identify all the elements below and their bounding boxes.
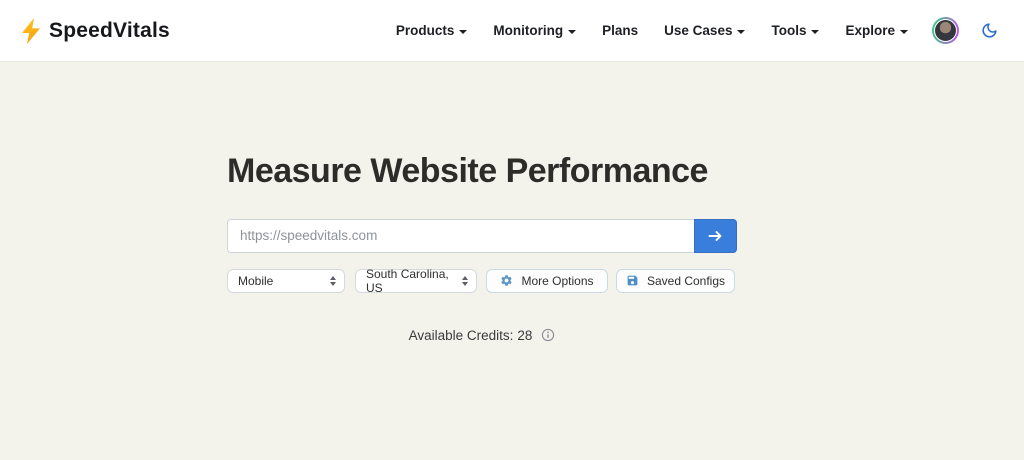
nav-item-label: Plans: [602, 23, 638, 38]
device-select-value: Mobile: [238, 274, 273, 288]
credits-value: 28: [517, 328, 532, 343]
nav-links: Products Monitoring Plans Use Cases Tool…: [396, 23, 908, 38]
lightning-bolt-icon: [20, 18, 42, 44]
nav-item-tools[interactable]: Tools: [771, 23, 819, 38]
info-icon[interactable]: [541, 328, 555, 342]
url-form: [227, 219, 737, 253]
select-arrows-icon: [330, 276, 336, 286]
nav-item-label: Tools: [771, 23, 806, 38]
hero-container: Measure Website Performance Mobile South: [227, 151, 737, 343]
right-arrow-icon: [708, 230, 723, 242]
brand-logo[interactable]: SpeedVitals: [20, 18, 170, 44]
dark-mode-toggle[interactable]: [981, 22, 998, 39]
user-avatar[interactable]: [932, 17, 959, 44]
credits-row: Available Credits: 28: [227, 328, 737, 343]
location-select[interactable]: South Carolina, US: [355, 269, 477, 293]
more-options-button[interactable]: More Options: [486, 269, 608, 293]
chevron-down-icon: [811, 30, 819, 34]
chevron-down-icon: [900, 30, 908, 34]
location-select-value: South Carolina, US: [366, 267, 462, 295]
nav-item-explore[interactable]: Explore: [845, 23, 908, 38]
chevron-down-icon: [737, 30, 745, 34]
url-input[interactable]: [227, 219, 694, 253]
moon-icon: [981, 22, 998, 39]
brand-name: SpeedVitals: [49, 19, 170, 43]
device-select[interactable]: Mobile: [227, 269, 345, 293]
run-test-button[interactable]: [694, 219, 737, 253]
test-config-row: Mobile South Carolina, US More Options: [227, 269, 737, 293]
nav-item-label: Explore: [845, 23, 895, 38]
gear-icon: [500, 274, 513, 287]
navbar: SpeedVitals Products Monitoring Plans Us…: [0, 0, 1024, 62]
hero-section: Measure Website Performance Mobile South: [0, 62, 1024, 343]
avatar-photo: [934, 19, 957, 42]
nav-item-products[interactable]: Products: [396, 23, 468, 38]
saved-configs-label: Saved Configs: [647, 274, 725, 288]
page-title: Measure Website Performance: [227, 151, 737, 192]
nav-item-use-cases[interactable]: Use Cases: [664, 23, 745, 38]
chevron-down-icon: [459, 30, 467, 34]
floppy-disk-icon: [626, 274, 639, 287]
nav-item-plans[interactable]: Plans: [602, 23, 638, 38]
chevron-down-icon: [568, 30, 576, 34]
nav-item-label: Monitoring: [493, 23, 563, 38]
nav-item-monitoring[interactable]: Monitoring: [493, 23, 576, 38]
nav-item-label: Products: [396, 23, 455, 38]
credits-label: Available Credits:: [409, 328, 514, 343]
select-arrows-icon: [462, 276, 468, 286]
saved-configs-button[interactable]: Saved Configs: [616, 269, 735, 293]
nav-item-label: Use Cases: [664, 23, 732, 38]
more-options-label: More Options: [521, 274, 593, 288]
